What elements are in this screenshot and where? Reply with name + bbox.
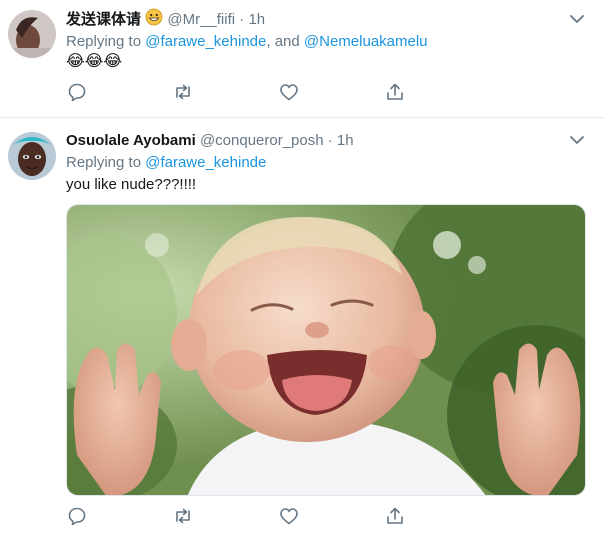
share-icon[interactable] [384, 505, 406, 527]
replying-to-label: Replying to [66, 154, 142, 171]
replying-to: Replying to @farawe_kehinde, and @Nemelu… [66, 32, 428, 52]
mention-link[interactable]: @farawe_kehinde [145, 33, 266, 50]
chevron-down-icon[interactable] [566, 129, 588, 151]
mention-link[interactable]: @farawe_kehinde [145, 154, 266, 171]
tweet-text: 😂😂😂 [66, 52, 122, 72]
tweet-actions [66, 81, 426, 103]
separator-dot: · [239, 10, 245, 28]
tears-of-joy-emoji: 😂 [66, 53, 85, 70]
timestamp[interactable]: 1h [337, 132, 354, 149]
replying-to: Replying to @farawe_kehinde [66, 153, 266, 173]
avatar[interactable] [8, 132, 56, 180]
display-name[interactable]: 发送课体请 [66, 11, 141, 28]
avatar[interactable] [8, 10, 56, 58]
display-name[interactable]: Osuolale Ayobami [66, 132, 196, 149]
reply-icon[interactable] [66, 81, 88, 103]
user-handle[interactable]: @Mr__fiifi [167, 11, 235, 28]
reply-icon[interactable] [66, 505, 88, 527]
mention-link[interactable]: @Nemeluakamelu [304, 33, 428, 50]
chevron-down-icon[interactable] [566, 8, 588, 30]
like-icon[interactable] [278, 81, 300, 103]
retweet-icon[interactable] [172, 505, 194, 527]
tears-of-joy-emoji: 😂 [103, 53, 123, 70]
tweet-text: you like nude???!!!! [66, 176, 197, 193]
retweet-icon[interactable] [172, 81, 194, 103]
grinning-face-emoji-icon [145, 8, 163, 32]
separator-dot: · [327, 132, 333, 149]
tweet-actions [66, 505, 426, 527]
share-icon[interactable] [384, 81, 406, 103]
replying-joiner: , and [266, 33, 300, 50]
like-icon[interactable] [278, 505, 300, 527]
tears-of-joy-emoji: 😂 [84, 53, 104, 70]
tweet-photo[interactable] [66, 204, 586, 496]
replying-to-label: Replying to [66, 33, 142, 50]
timestamp[interactable]: 1h [248, 11, 265, 28]
tweet[interactable]: Osuolale Ayobami @conqueror_posh · 1h Re… [0, 118, 604, 536]
tweet[interactable]: 发送课体请 @Mr__fiifi · 1h Replying to @faraw… [0, 0, 604, 118]
user-handle[interactable]: @conqueror_posh [200, 132, 324, 149]
